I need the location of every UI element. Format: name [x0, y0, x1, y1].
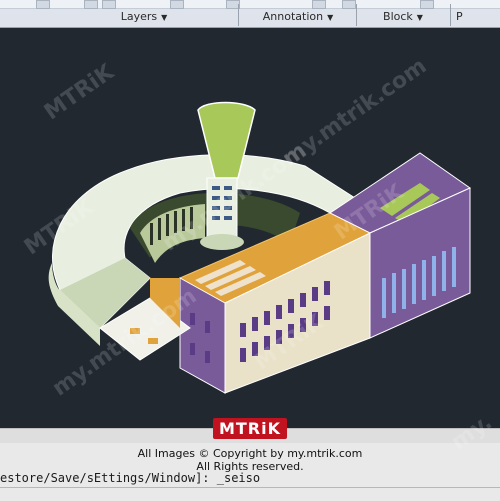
- layers-panel-title[interactable]: Layers ▼: [96, 10, 192, 24]
- ribbon-tool-icon[interactable]: [420, 0, 434, 9]
- drawing-viewport[interactable]: [0, 28, 500, 428]
- tower-shaft: [206, 177, 238, 241]
- panel-divider: [356, 4, 357, 26]
- ribbon-tool-icon[interactable]: [342, 0, 356, 9]
- ribbon: Layers ▼ Annotation ▼ Block ▼ P: [0, 0, 500, 28]
- annotation-panel-label: Annotation: [262, 10, 324, 23]
- chevron-down-icon[interactable]: ▼: [327, 13, 333, 22]
- command-divider: [0, 487, 500, 488]
- command-line-text[interactable]: estore/Save/sEttings/Window]: _seiso: [0, 471, 260, 485]
- properties-panel-title[interactable]: P: [456, 10, 486, 24]
- panel-divider: [450, 4, 451, 26]
- ribbon-tool-icon[interactable]: [102, 0, 116, 9]
- copyright-line: All Images © Copyright by my.mtrik.com: [137, 447, 363, 460]
- isometric-building-model: [48, 101, 472, 394]
- properties-panel-label: P: [456, 10, 463, 23]
- tower-base: [200, 234, 244, 250]
- ribbon-tool-strip: [0, 0, 500, 9]
- chevron-down-icon[interactable]: ▼: [161, 13, 167, 22]
- annotation-panel-title[interactable]: Annotation ▼: [246, 10, 350, 24]
- layers-panel-label: Layers: [120, 10, 158, 23]
- block-panel-title[interactable]: Block ▼: [362, 10, 444, 24]
- ribbon-tool-icon[interactable]: [312, 0, 326, 9]
- panel-divider: [238, 4, 239, 26]
- mtrik-logo: MTRiK: [0, 418, 500, 439]
- ribbon-tool-icon[interactable]: [170, 0, 184, 9]
- ribbon-tool-icon[interactable]: [84, 0, 98, 9]
- mtrik-logo-text: MTRiK: [212, 418, 288, 439]
- rights-line: All Rights reserved.: [196, 460, 304, 473]
- block-panel-label: Block: [383, 10, 413, 23]
- chevron-down-icon[interactable]: ▼: [417, 13, 423, 22]
- ribbon-tool-icon[interactable]: [36, 0, 50, 9]
